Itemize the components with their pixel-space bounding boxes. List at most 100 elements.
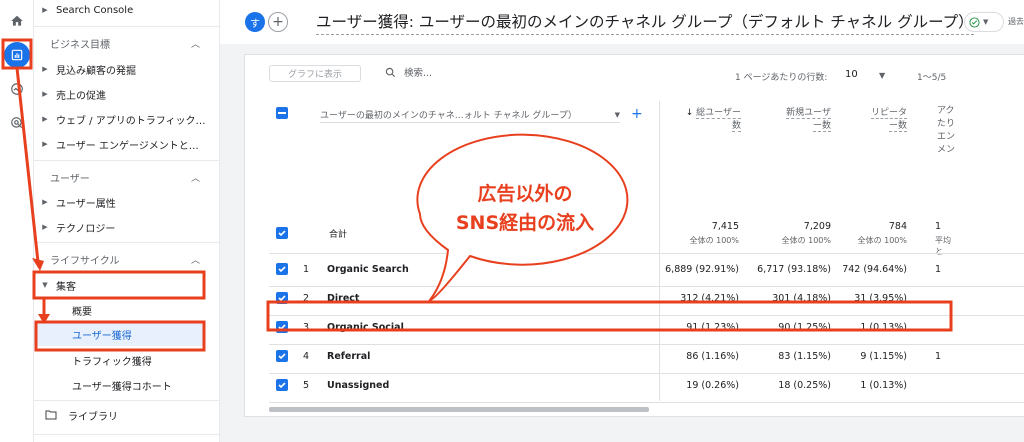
caret-right-icon: ▶	[42, 223, 48, 231]
page-title[interactable]: ユーザー獲得: ユーザーの最初のメインのチャネル グループ（デフォルト チャネル…	[316, 10, 974, 35]
column-divider	[659, 101, 660, 401]
caret-right-icon: ▶	[42, 140, 48, 148]
row-checkbox[interactable]	[276, 379, 288, 391]
returning-users-value: 742 (94.64%)	[842, 264, 907, 275]
total-label: 合計	[329, 230, 348, 240]
section-business-goals[interactable]: ビジネス目標 ︿	[34, 30, 220, 56]
sort-down-arrow-icon: ↓	[685, 108, 694, 118]
new-users-value: 301 (4.18%)	[772, 293, 831, 304]
add-dimension-button[interactable]: +	[631, 106, 643, 122]
dimension-select[interactable]: ユーザーの最初のメインのチャネ…ォルト チャネル グループ） ▼	[320, 107, 620, 123]
column-header-returning-users[interactable]: リピータ ー数	[845, 107, 907, 132]
comparison-avatar[interactable]: す	[245, 12, 265, 32]
home-icon[interactable]	[4, 8, 30, 34]
caret-right-icon: ▶	[42, 198, 48, 206]
channel-name[interactable]: Direct	[327, 293, 359, 304]
sidebar-item-engagement[interactable]: ▶ ユーザー エンゲージメントと…	[34, 131, 220, 157]
section-lifecycle[interactable]: ライフサイクル ︿	[34, 246, 220, 272]
total-users-value: 91 (1.23%)	[686, 322, 739, 333]
divider	[34, 434, 220, 435]
channel-name[interactable]: Unassigned	[327, 380, 389, 391]
row-divider	[269, 373, 1024, 374]
row-divider	[269, 286, 1024, 287]
search-input[interactable]: 検索...	[404, 65, 432, 79]
explore-icon[interactable]	[4, 76, 30, 102]
total-users-value: 86 (1.16%)	[686, 351, 739, 362]
caret-right-icon: ▶	[42, 65, 48, 73]
rows-per-page-label: 1 ページあたりの行数:	[735, 73, 828, 83]
date-range-label[interactable]: 過去	[1008, 16, 1024, 27]
row-number: 1	[303, 264, 310, 275]
report-sidebar: ▶ Search Console ビジネス目標 ︿ ▶ 見込み顧客の発掘 ▶ 売…	[34, 0, 220, 442]
row-number: 4	[303, 351, 310, 362]
status-dropdown[interactable]: ▼	[964, 12, 1004, 32]
sidebar-item-traffic[interactable]: ▶ ウェブ / アプリのトラフィック…	[34, 106, 220, 132]
callout-text: 広告以外の SNS経由の流入	[455, 183, 595, 235]
sidebar-subitem-user-acquisition[interactable]: ユーザー獲得	[34, 322, 204, 346]
advertising-icon[interactable]	[4, 110, 30, 136]
sidebar-item-demographics[interactable]: ▶ ユーザー属性	[34, 189, 220, 215]
sidebar-item-technology[interactable]: ▶ テクノロジー	[34, 214, 220, 240]
folder-icon	[34, 410, 68, 420]
column-header-truncated[interactable]: アク たり エン メン	[937, 105, 957, 181]
search-icon	[385, 67, 396, 77]
column-header-new-users[interactable]: 新規ユーザ ー数	[765, 107, 831, 132]
new-users-value: 83 (1.15%)	[778, 351, 831, 362]
chevron-up-icon: ︿	[190, 39, 200, 50]
total-checkbox[interactable]	[276, 227, 288, 239]
horizontal-scrollbar[interactable]	[269, 407, 649, 412]
sidebar-item-library[interactable]: ライブラリ	[34, 402, 220, 428]
row-divider	[269, 315, 1024, 316]
row-divider	[269, 402, 1024, 403]
total-value: 7,209 全体の 100%	[781, 221, 831, 245]
row-number: 3	[303, 322, 310, 333]
reports-icon[interactable]	[4, 42, 30, 68]
returning-users-value: 1 (0.13%)	[860, 322, 907, 333]
check-circle-icon	[969, 16, 980, 28]
row-number: 2	[303, 293, 310, 304]
new-users-value: 18 (0.25%)	[778, 380, 831, 391]
chevron-up-icon: ︿	[190, 255, 200, 266]
row-checkbox[interactable]	[276, 292, 288, 304]
returning-users-value: 31 (3.95%)	[854, 293, 907, 304]
row-checkbox[interactable]	[276, 350, 288, 362]
row-checkbox[interactable]	[276, 321, 288, 333]
channel-name[interactable]: Referral	[327, 351, 370, 362]
row-divider	[269, 344, 1024, 345]
total-users-value: 312 (4.21%)	[680, 293, 739, 304]
sidebar-item-acquisition[interactable]: ▼ 集客	[34, 272, 220, 298]
rows-per-page-select[interactable]: 10	[845, 69, 858, 80]
table-search[interactable]: 検索...	[385, 65, 432, 79]
sidebar-subitem-traffic-acquisition[interactable]: トラフィック獲得	[72, 348, 152, 372]
total-value: 784 全体の 100%	[857, 221, 907, 245]
ga4-report-screen: ▶ Search Console ビジネス目標 ︿ ▶ 見込み顧客の発掘 ▶ 売…	[0, 0, 1024, 442]
dropdown-arrow-icon: ▼	[614, 110, 620, 119]
pagination-label: 1〜5/5	[917, 73, 947, 83]
divider	[34, 160, 220, 161]
sidebar-item-drive-sales[interactable]: ▶ 売上の促進	[34, 81, 220, 107]
channel-name[interactable]: Organic Social	[327, 322, 404, 333]
dropdown-arrow-icon[interactable]: ▼	[879, 71, 885, 80]
truncated-value: 1	[935, 264, 942, 275]
total-users-value: 19 (0.26%)	[686, 380, 739, 391]
caret-right-icon: ▶	[42, 6, 48, 14]
chevron-up-icon: ︿	[190, 173, 200, 184]
add-comparison-button[interactable]: +	[268, 12, 288, 32]
row-divider	[269, 253, 1024, 254]
sidebar-item-lead-generation[interactable]: ▶ 見込み顧客の発掘	[34, 56, 220, 82]
row-checkbox[interactable]	[276, 263, 288, 275]
sidebar-item-search-console[interactable]: ▶ Search Console	[34, 0, 220, 23]
new-users-value: 90 (1.25%)	[778, 322, 831, 333]
sidebar-subitem-overview[interactable]: 概要	[72, 298, 92, 322]
plot-rows-button[interactable]: グラフに表示	[269, 65, 361, 82]
select-all-checkbox[interactable]	[276, 107, 288, 119]
channel-name[interactable]: Organic Search	[327, 264, 409, 275]
total-users-value: 6,889 (92.91%)	[665, 264, 739, 275]
truncated-value: 1	[935, 351, 942, 362]
divider	[34, 400, 220, 401]
total-value: 1 平均と	[935, 221, 951, 256]
column-header-total-users[interactable]: ↓ 総ユーザー 数	[663, 107, 741, 132]
section-user[interactable]: ユーザー ︿	[34, 164, 220, 190]
sidebar-subitem-user-cohort[interactable]: ユーザー獲得コホート	[72, 373, 172, 397]
caret-down-icon: ▼	[42, 281, 48, 289]
